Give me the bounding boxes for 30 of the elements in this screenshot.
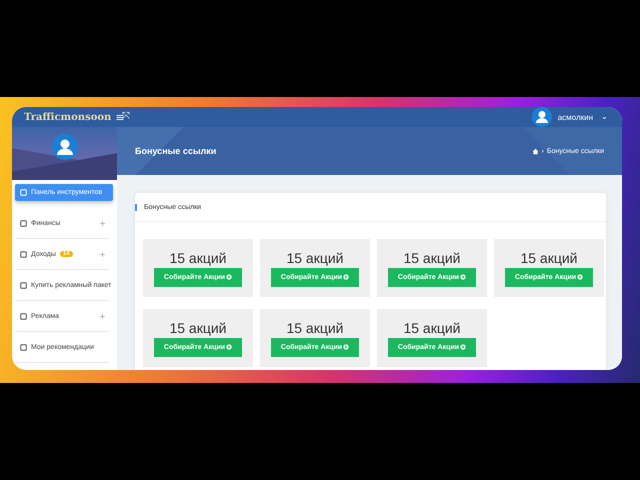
user-avatar-icon [52,134,78,160]
offer-count: 15 акций [403,320,461,336]
home-icon[interactable] [532,148,539,154]
arrow-circle-icon [343,344,350,350]
offer-count: 15 акций [169,320,227,336]
arrow-circle-icon [577,274,584,280]
menu-icon [20,189,27,196]
menu-icon [20,344,27,350]
arrow-circle-icon [460,344,466,350]
offer-count: 15 акций [286,320,344,336]
offer-count: 15 акций [286,250,344,266]
menu-icon [20,220,27,226]
username[interactable]: асмолкин [558,112,593,122]
arrow-circle-icon [226,344,232,350]
caret-icon[interactable]: ⌄ [601,113,608,121]
menu-icon [20,250,27,258]
plus-icon[interactable] [100,314,105,318]
arrow-circle-icon [343,274,350,280]
brand-logo[interactable]: Trafficmonsoon [24,112,112,122]
arrow-circle-icon [226,274,232,280]
plus-icon[interactable] [100,220,105,226]
arrow-circle-icon [460,274,466,280]
page-title: Бонусные ссылки [135,146,218,156]
offer-count: 15 акций [403,250,461,266]
avatar-icon[interactable] [532,107,552,127]
menu-icon [20,282,27,288]
plus-icon[interactable] [100,252,105,256]
offer-count: 15 акций [169,250,227,266]
menu-icon [20,312,27,320]
offer-count: 15 акций [520,250,578,266]
